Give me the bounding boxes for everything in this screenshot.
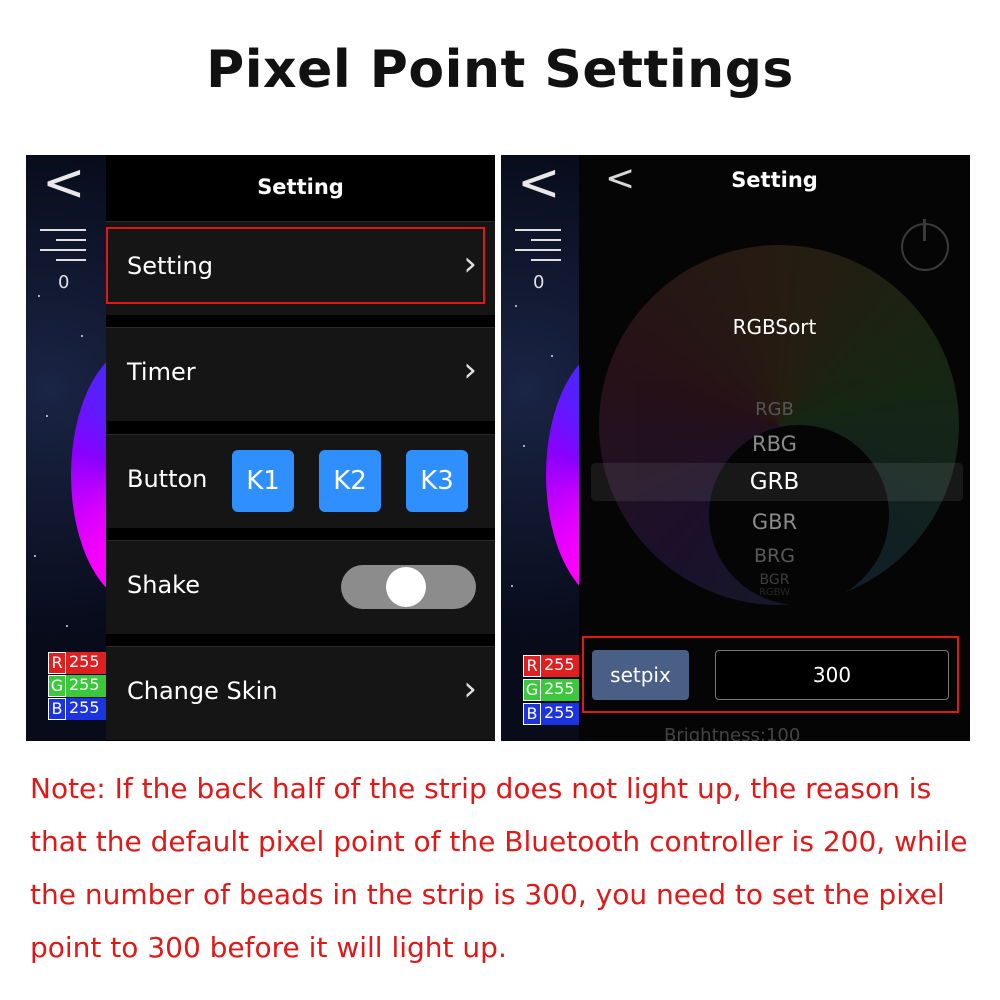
toggle-knob xyxy=(386,567,426,607)
row-timer-label: Timer xyxy=(127,358,196,386)
k3-button[interactable]: K3 xyxy=(406,450,468,512)
right-screenshot: < 0 R 255 G 255 B 255 < Setting RGBSort … xyxy=(501,155,970,741)
option-rbg[interactable]: RBG xyxy=(579,432,970,456)
rgb-readout-r: R 255 xyxy=(523,655,581,677)
counter-label: 0 xyxy=(533,272,545,293)
back-icon[interactable]: < xyxy=(42,157,86,209)
rgb-readout-b: B 255 xyxy=(523,703,581,725)
highlight-box-setting xyxy=(106,227,485,304)
row-shake-label: Shake xyxy=(127,571,200,599)
brightness-label: Brightness:100 xyxy=(664,725,801,741)
picker-label: RGBSort xyxy=(732,315,817,339)
row-change-skin[interactable]: Change Skin › xyxy=(106,646,495,740)
rgb-readout-g: G 255 xyxy=(48,675,106,697)
row-change-skin-label: Change Skin xyxy=(127,677,278,705)
back-icon[interactable]: < xyxy=(517,157,561,209)
menu-icon[interactable] xyxy=(515,227,561,267)
option-rgbw[interactable]: RGBW xyxy=(579,587,970,598)
option-bgr[interactable]: BGR xyxy=(579,572,970,588)
highlight-box-setpix xyxy=(582,636,959,713)
panel-title: Setting xyxy=(731,168,818,192)
row-button-label: Button xyxy=(127,465,208,493)
row-timer[interactable]: Timer › xyxy=(106,327,495,421)
settings-panel: Setting Setting › Timer › Button K1 K2 K… xyxy=(106,155,495,741)
rgb-readout-b: B 255 xyxy=(48,698,106,720)
shake-toggle[interactable] xyxy=(341,565,476,609)
power-icon[interactable] xyxy=(901,219,949,271)
option-rgb[interactable]: RGB xyxy=(579,399,970,420)
left-screenshot: < 0 R 255 G 255 B 255 Setting Setting › … xyxy=(26,155,495,741)
rgb-readout-g: G 255 xyxy=(523,679,581,701)
row-button: Button K1 K2 K3 xyxy=(106,434,495,528)
rgb-readout-r: R 255 xyxy=(48,652,106,674)
k1-button[interactable]: K1 xyxy=(232,450,294,512)
option-grb-selected[interactable]: GRB xyxy=(579,469,970,495)
option-gbr[interactable]: GBR xyxy=(579,510,970,534)
row-shake: Shake xyxy=(106,540,495,634)
chevron-right-icon: › xyxy=(463,669,477,709)
chevron-right-icon: › xyxy=(463,350,477,390)
option-brg[interactable]: BRG xyxy=(579,545,970,567)
menu-icon[interactable] xyxy=(40,227,86,267)
note-text: Note: If the back half of the strip does… xyxy=(30,772,968,964)
page-title: Pixel Point Settings xyxy=(206,40,794,100)
k2-button[interactable]: K2 xyxy=(319,450,381,512)
panel-title: Setting xyxy=(257,175,344,199)
counter-label: 0 xyxy=(58,272,70,293)
rgbsort-dialog: < Setting RGBSort RGB RBG GRB GBR BRG BG… xyxy=(579,155,970,741)
